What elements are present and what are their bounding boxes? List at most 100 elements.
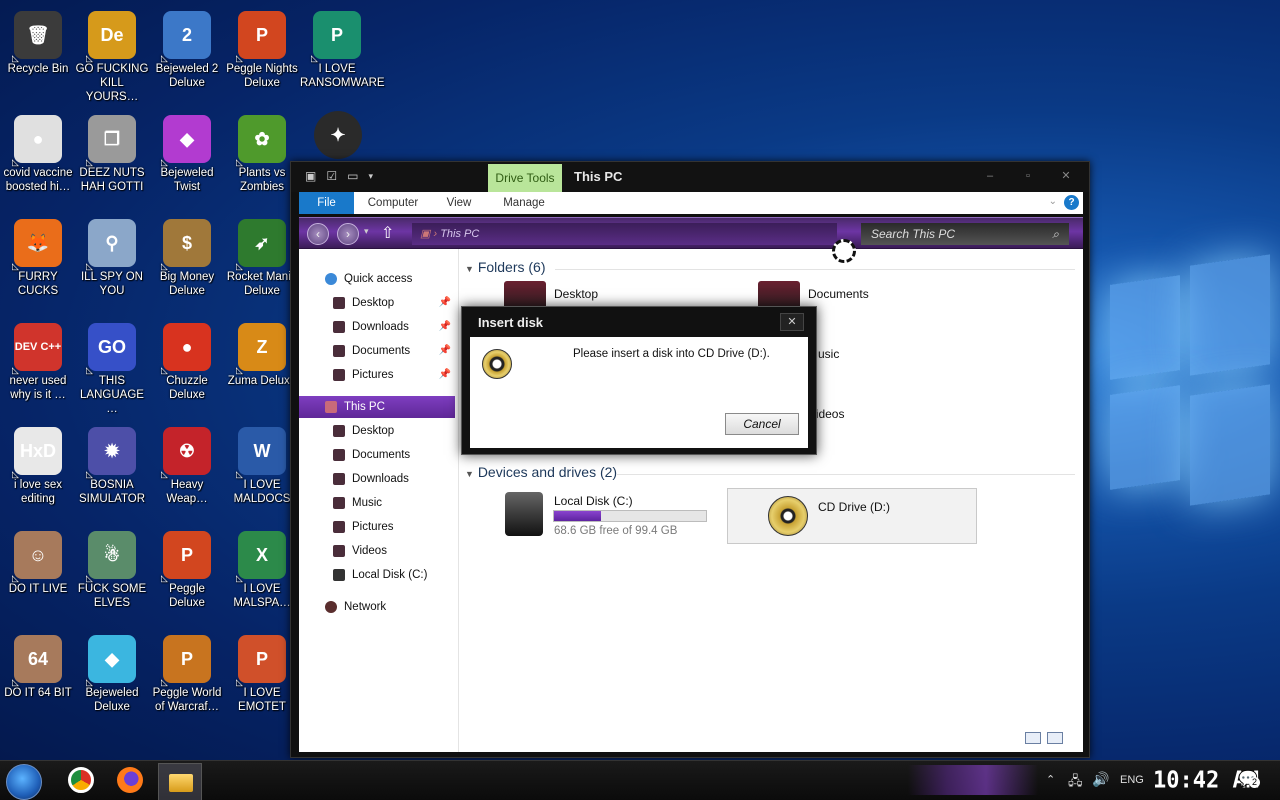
desktop-icon[interactable]: ⚲ ◺ ILL SPY ON YOU <box>74 213 150 313</box>
tab-file[interactable]: File <box>299 192 354 214</box>
folder-icon[interactable]: ▣ <box>305 169 316 183</box>
folder-icon <box>333 521 345 533</box>
nav-pc-desktop[interactable]: Desktop <box>299 420 455 442</box>
desktop-icon[interactable]: X ◺ I LOVE MALSPA… <box>224 525 300 625</box>
desktop-icon[interactable]: ☺ ◺ DO IT LIVE <box>0 525 76 625</box>
desktop-icon[interactable]: $ ◺ Big Money Deluxe <box>149 213 225 313</box>
desktop-icon[interactable]: ● ◺ covid vaccine boosted hi… <box>0 109 76 209</box>
pin-icon[interactable]: 📌 <box>439 292 451 314</box>
desktop-icon[interactable]: ☃ ◺ FUCK SOME ELVES <box>74 525 150 625</box>
desktop-icon[interactable]: ☢ ◺ Heavy Weap… <box>149 421 225 521</box>
recent-locations-icon[interactable]: ▾ <box>364 226 369 237</box>
shortcut-arrow-icon: ◺ <box>86 53 93 63</box>
divider <box>555 269 1075 270</box>
desktop-icon-label: I LOVE MALDOCS <box>233 479 291 505</box>
pin-icon[interactable]: 📌 <box>439 364 451 386</box>
minimize-button[interactable]: – <box>975 168 1005 184</box>
nav-label: Pictures <box>352 369 394 381</box>
desktop-icon[interactable]: ● ◺ Chuzzle Deluxe <box>149 317 225 417</box>
new-folder-icon[interactable]: ▭ <box>347 169 358 183</box>
drive-tools-tab[interactable]: Drive Tools <box>488 164 562 192</box>
app-icon: ✦ <box>314 111 362 159</box>
desktop-icon[interactable]: ✿ ◺ Plants vs Zombies <box>224 109 300 209</box>
nav-pc-documents[interactable]: Documents <box>299 444 455 466</box>
nav-qa-pictures[interactable]: Pictures 📌 <box>299 364 455 386</box>
desktop-icon[interactable]: P ◺ Peggle World of Warcraf… <box>149 629 225 729</box>
desktop-icon[interactable]: GO ◺ THIS LANGUAGE … <box>74 317 150 417</box>
nav-this-pc[interactable]: This PC <box>299 396 455 418</box>
cancel-button[interactable]: Cancel <box>725 413 799 435</box>
desktop-icon[interactable]: P ◺ Peggle Nights Deluxe <box>224 5 300 105</box>
tab-computer[interactable]: Computer <box>361 192 425 214</box>
forward-button[interactable]: › <box>337 223 359 245</box>
nav-pc-pictures[interactable]: Pictures <box>299 516 455 538</box>
folders-header[interactable]: ▼ Folders (6) <box>465 259 546 275</box>
firefox-icon[interactable] <box>117 767 143 793</box>
desktop-icon[interactable]: ◆ ◺ Bejeweled Twist <box>149 109 225 209</box>
desktop-icon[interactable]: ➶ ◺ Rocket Mania Deluxe <box>224 213 300 313</box>
devices-header[interactable]: ▼ Devices and drives (2) <box>465 464 617 480</box>
desktop-icon[interactable]: P ◺ Peggle Deluxe <box>149 525 225 625</box>
app-icon: ⚲ <box>88 219 136 267</box>
desktop-icon[interactable]: 64 ◺ DO IT 64 BIT <box>0 629 76 729</box>
address-field[interactable]: ▣ › This PC <box>412 223 837 245</box>
folder-label: Documents <box>808 287 869 301</box>
desktop-icon[interactable]: W ◺ I LOVE MALDOCS <box>224 421 300 521</box>
up-arrow-icon[interactable]: ⇧ <box>381 223 394 243</box>
drive-d[interactable]: CD Drive (D:) <box>727 488 977 544</box>
tab-manage[interactable]: Manage <box>497 192 551 214</box>
nav-qa-desktop[interactable]: Desktop 📌 <box>299 292 455 314</box>
drive-c[interactable]: Local Disk (C:) 68.6 GB free of 99.4 GB <box>505 489 719 545</box>
pin-icon[interactable]: 📌 <box>439 316 451 338</box>
chrome-icon[interactable] <box>68 767 94 793</box>
desktop-icon[interactable]: ✹ ◺ BOSNIA SIMULATOR <box>74 421 150 521</box>
file-explorer-taskbar-button[interactable] <box>158 763 202 800</box>
desktop-icon-label: Heavy Weap… <box>166 479 208 505</box>
close-button[interactable]: ✕ <box>1051 168 1081 184</box>
desktop-icon[interactable]: 🗑 ◺ Recycle Bin <box>0 5 76 105</box>
nav-pc-music[interactable]: Music <box>299 492 455 514</box>
desktop-icon[interactable]: P ◺ I LOVE EMOTET <box>224 629 300 729</box>
nav-pc-local-disk[interactable]: Local Disk (C:) <box>299 564 455 586</box>
nav-quick-access[interactable]: Quick access <box>299 268 455 290</box>
tab-view[interactable]: View <box>439 192 479 214</box>
start-button[interactable] <box>6 764 42 800</box>
show-hidden-icons-icon[interactable]: ⌃ <box>1046 773 1055 786</box>
nav-qa-downloads[interactable]: Downloads 📌 <box>299 316 455 338</box>
nav-network[interactable]: Network <box>299 596 455 618</box>
properties-icon[interactable]: ☑ <box>326 169 337 183</box>
expand-ribbon-icon[interactable]: ⌄ <box>1049 196 1057 207</box>
nav-label: Pictures <box>352 521 394 533</box>
help-icon[interactable]: ? <box>1064 195 1079 210</box>
back-button[interactable]: ‹ <box>307 223 329 245</box>
language-indicator[interactable]: ENG <box>1120 774 1144 786</box>
desktop-icon[interactable]: De ◺ GO FUCKING KILL YOURS… <box>74 5 150 105</box>
action-center-icon[interactable]: 💬 2 <box>1238 769 1260 789</box>
desktop-icon[interactable]: DEV C++ ◺ never used why is it … <box>0 317 76 417</box>
desktop-icon[interactable]: 2 ◺ Bejeweled 2 Deluxe <box>149 5 225 105</box>
pin-icon[interactable]: 📌 <box>439 340 451 362</box>
folder-icon <box>333 425 345 437</box>
details-view-icon[interactable] <box>1025 732 1041 744</box>
desktop-icon[interactable]: ❐ ◺ DEEZ NUTS HAH GOTTI <box>74 109 150 209</box>
network-icon[interactable]: 🖧 <box>1068 772 1083 794</box>
nav-pc-videos[interactable]: Videos <box>299 540 455 562</box>
desktop-icon[interactable]: Z ◺ Zuma Deluxe <box>224 317 300 417</box>
nav-label: This PC <box>344 401 385 413</box>
search-input[interactable]: Search This PC ⌕ <box>861 223 1069 245</box>
shortcut-arrow-icon: ◺ <box>236 365 243 375</box>
desktop-icon[interactable]: P ◺ I LOVE RANSOMWARE <box>299 5 385 105</box>
nav-label: Documents <box>352 345 411 357</box>
desktop-icon[interactable]: 🦊 ◺ FURRY CUCKS <box>0 213 76 313</box>
dialog-close-button[interactable]: ✕ <box>780 313 804 331</box>
nav-qa-documents[interactable]: Documents 📌 <box>299 340 455 362</box>
volume-icon[interactable]: 🔊 <box>1092 771 1109 788</box>
chevron-down-icon[interactable]: ▾ <box>368 171 373 182</box>
maximize-button[interactable]: ▫ <box>1013 168 1043 184</box>
desktop-icon[interactable]: HxD ◺ i love sex editing <box>0 421 76 521</box>
folder-icon <box>333 369 345 381</box>
desktop-icon-label: Bejeweled Twist <box>160 167 214 193</box>
nav-pc-downloads[interactable]: Downloads <box>299 468 455 490</box>
large-icons-view-icon[interactable] <box>1047 732 1063 744</box>
desktop-icon[interactable]: ◆ ◺ Bejeweled Deluxe <box>74 629 150 729</box>
